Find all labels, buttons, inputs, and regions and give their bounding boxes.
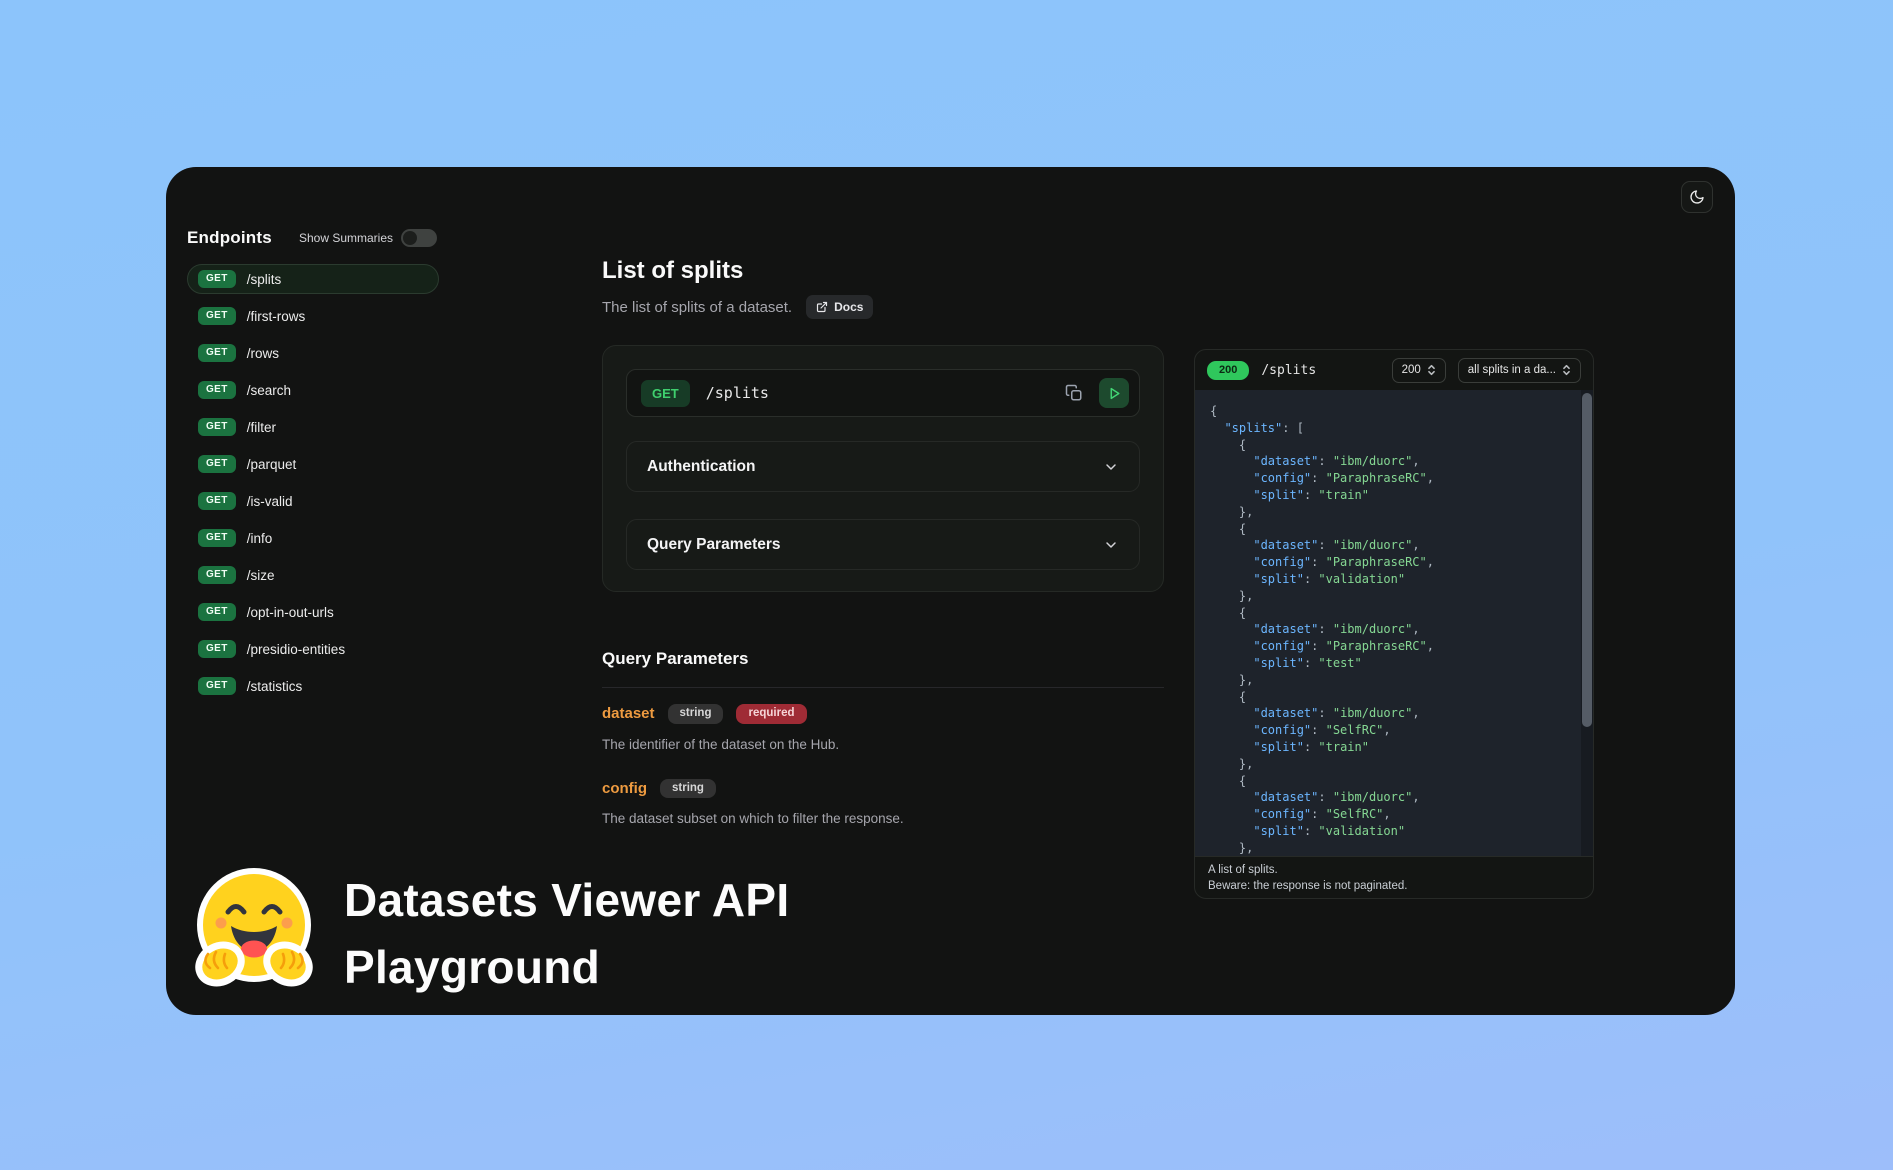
chevron-down-icon: [1103, 459, 1119, 475]
sidebar-item-presidio-entities[interactable]: GET/presidio-entities: [187, 634, 439, 664]
param-list: dataset string required The identifier of t…: [602, 704, 1164, 853]
scrollbar-thumb[interactable]: [1582, 393, 1592, 727]
response-panel: 200 /splits 200 all splits in a da... { …: [1194, 349, 1594, 899]
page-title: List of splits: [602, 257, 743, 285]
method-badge: GET: [198, 307, 236, 325]
method-badge: GET: [198, 381, 236, 399]
sidebar-item-first-rows[interactable]: GET/first-rows: [187, 301, 439, 331]
response-body: { "splits": [ { "dataset": "ibm/duorc", …: [1195, 390, 1593, 856]
section-divider: [602, 687, 1164, 688]
show-summaries-toggle[interactable]: [401, 229, 437, 247]
method-badge: GET: [198, 640, 236, 658]
sidebar-item-statistics[interactable]: GET/statistics: [187, 671, 439, 701]
run-request-button[interactable]: [1099, 378, 1129, 408]
param-config: config string The dataset subset on which …: [602, 779, 1164, 827]
param-description: The dataset subset on which to filter th…: [602, 811, 1164, 826]
updown-chevron-icon: [1427, 364, 1436, 376]
param-type-badge: string: [668, 704, 724, 724]
app-title: Datasets Viewer API Playground: [344, 867, 790, 1001]
endpoint-path: /filter: [247, 420, 276, 435]
response-footer: A list of splits.Beware: the response is…: [1195, 856, 1593, 898]
param-dataset: dataset string required The identifier of t…: [602, 704, 1164, 752]
sidebar-item-filter[interactable]: GET/filter: [187, 412, 439, 442]
response-path: /splits: [1261, 363, 1379, 378]
docs-label: Docs: [834, 300, 863, 314]
method-badge: GET: [641, 380, 690, 407]
example-select[interactable]: all splits in a da...: [1458, 358, 1581, 383]
request-panel: GET /splits: [602, 345, 1164, 592]
response-footer-line: Beware: the response is not paginated.: [1208, 879, 1580, 895]
sidebar-item-is-valid[interactable]: GET/is-valid: [187, 486, 439, 516]
sidebar-item-size[interactable]: GET/size: [187, 560, 439, 590]
query-parameters-label: Query Parameters: [647, 536, 781, 554]
endpoint-list: GET/splitsGET/first-rowsGET/rowsGET/sear…: [187, 264, 439, 701]
response-footer-line: A list of splits.: [1208, 863, 1580, 879]
status-badge: 200: [1207, 361, 1249, 380]
method-badge: GET: [198, 529, 236, 547]
app-title-line2: Playground: [344, 934, 790, 1001]
query-parameters-heading: Query Parameters: [602, 649, 748, 669]
endpoint-path: /is-valid: [247, 494, 293, 509]
sidebar-item-search[interactable]: GET/search: [187, 375, 439, 405]
endpoints-sidebar: Endpoints Show Summaries GET/splitsGET/f…: [187, 228, 439, 701]
play-icon: [1108, 387, 1121, 400]
request-bar: GET /splits: [626, 369, 1140, 417]
method-badge: GET: [198, 455, 236, 473]
endpoint-path: /presidio-entities: [247, 642, 345, 657]
query-parameters-collapsible[interactable]: Query Parameters: [626, 519, 1140, 570]
docs-button[interactable]: Docs: [806, 295, 873, 319]
endpoint-path: /rows: [247, 346, 279, 361]
method-badge: GET: [198, 566, 236, 584]
page-description: The list of splits of a dataset.: [602, 299, 792, 316]
method-badge: GET: [198, 677, 236, 695]
endpoint-path: /size: [247, 568, 275, 583]
sidebar-item-splits[interactable]: GET/splits: [187, 264, 439, 294]
endpoint-path: /first-rows: [247, 309, 306, 324]
authentication-label: Authentication: [647, 458, 756, 476]
method-badge: GET: [198, 492, 236, 510]
method-badge: GET: [198, 270, 236, 288]
dark-mode-toggle-button[interactable]: [1681, 181, 1713, 213]
sidebar-item-info[interactable]: GET/info: [187, 523, 439, 553]
copy-button[interactable]: [1065, 384, 1083, 402]
moon-icon: [1689, 189, 1705, 205]
updown-chevron-icon: [1562, 364, 1571, 376]
app-card: Endpoints Show Summaries GET/splitsGET/f…: [166, 167, 1735, 1015]
toggle-knob: [403, 231, 417, 245]
param-name: dataset: [602, 705, 655, 722]
endpoint-path: /search: [247, 383, 291, 398]
show-summaries-label: Show Summaries: [299, 231, 393, 245]
response-header: 200 /splits 200 all splits in a da...: [1195, 350, 1593, 390]
param-type-badge: string: [660, 779, 716, 799]
endpoint-path: /parquet: [247, 457, 297, 472]
sidebar-item-opt-in-out-urls[interactable]: GET/opt-in-out-urls: [187, 597, 439, 627]
param-description: The identifier of the dataset on the Hub…: [602, 737, 1164, 752]
status-code-select[interactable]: 200: [1392, 358, 1446, 383]
app-title-line1: Datasets Viewer API: [344, 867, 790, 934]
response-code: { "splits": [ { "dataset": "ibm/duorc", …: [1210, 403, 1569, 856]
request-path: /splits: [706, 384, 1049, 402]
external-link-icon: [816, 301, 828, 313]
method-badge: GET: [198, 603, 236, 621]
sidebar-title: Endpoints: [187, 228, 272, 248]
method-badge: GET: [198, 344, 236, 362]
endpoint-path: /info: [247, 531, 273, 546]
authentication-collapsible[interactable]: Authentication: [626, 441, 1140, 492]
param-name: config: [602, 780, 647, 797]
hugging-face-emoji: [194, 866, 314, 992]
sidebar-item-rows[interactable]: GET/rows: [187, 338, 439, 368]
endpoint-path: /splits: [247, 272, 282, 287]
method-badge: GET: [198, 418, 236, 436]
chevron-down-icon: [1103, 537, 1119, 553]
sidebar-item-parquet[interactable]: GET/parquet: [187, 449, 439, 479]
param-required-badge: required: [736, 704, 806, 724]
endpoint-path: /opt-in-out-urls: [247, 605, 334, 620]
endpoint-path: /statistics: [247, 679, 303, 694]
copy-icon: [1065, 384, 1083, 402]
